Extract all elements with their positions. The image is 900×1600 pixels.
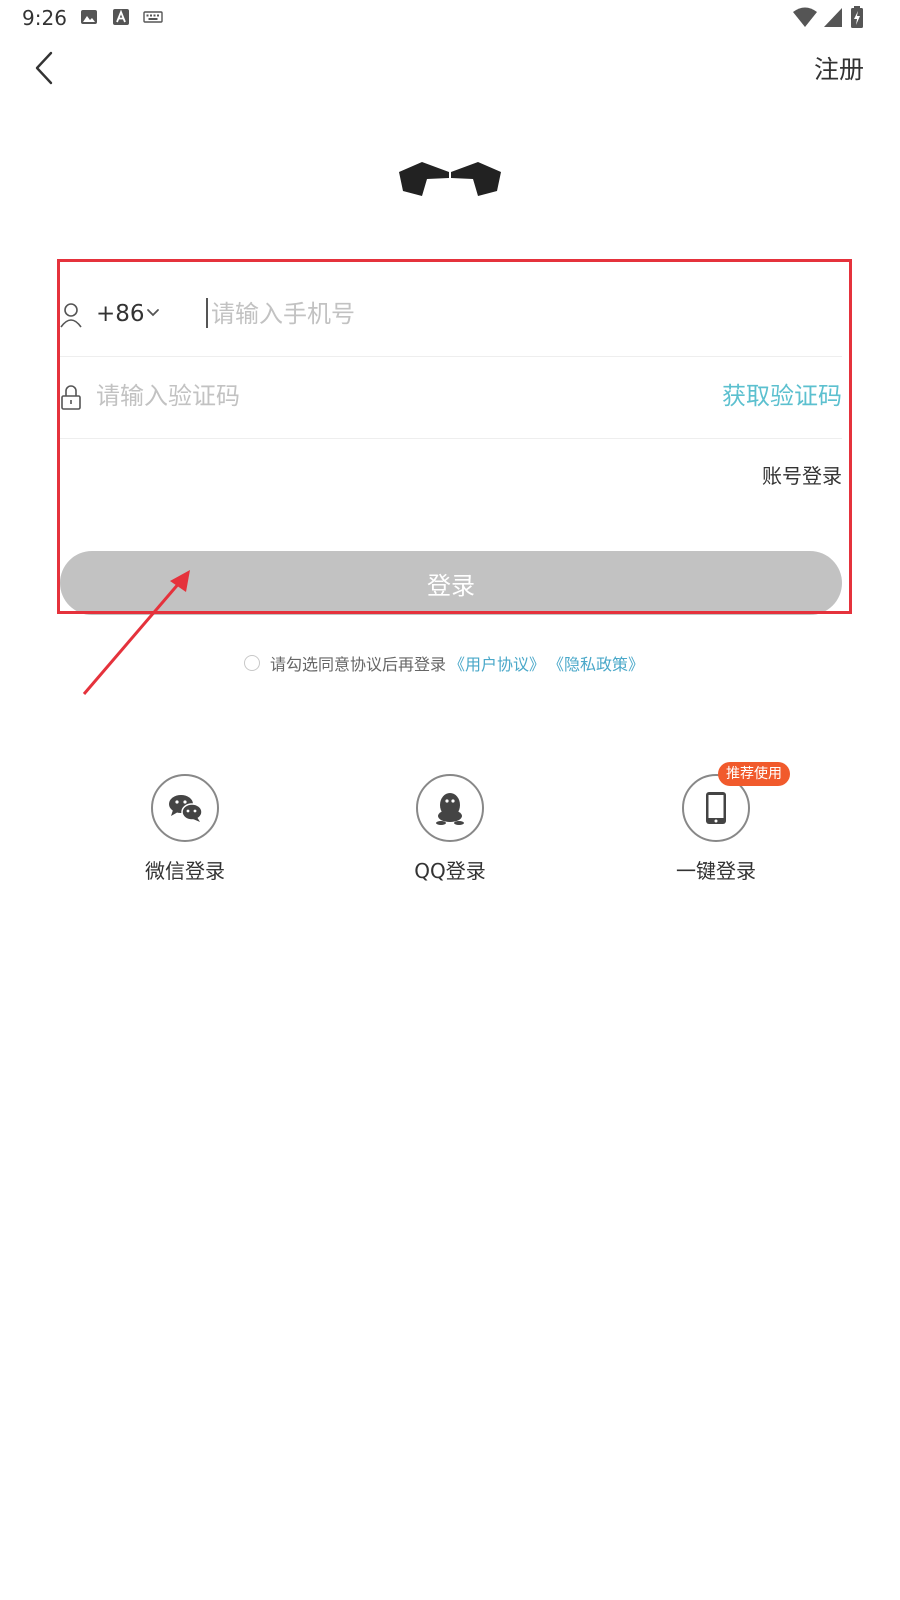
account-login-link[interactable]: 账号登录: [762, 460, 842, 492]
one-click-login-button[interactable]: 一键登录: [636, 774, 796, 886]
chevron-down-icon[interactable]: [146, 306, 160, 320]
agreement-row: 请勾选同意协议后再登录 《用户协议》 《隐私政策》: [244, 648, 644, 678]
back-button[interactable]: [26, 48, 62, 88]
brand-logo-icon: [399, 162, 501, 196]
get-code-button[interactable]: 获取验证码: [722, 376, 842, 416]
phone-input[interactable]: 请输入手机号: [211, 294, 355, 334]
phone-icon: [706, 792, 726, 824]
code-input[interactable]: 请输入验证码: [96, 376, 240, 416]
a-badge-icon: [113, 9, 129, 25]
wechat-login-button[interactable]: 微信登录: [105, 774, 265, 886]
recommend-badge: 推荐使用: [718, 762, 790, 786]
image-icon: [81, 10, 97, 24]
chevron-left-icon: [35, 51, 53, 85]
keyboard-icon: [143, 11, 163, 23]
qq-login-label: QQ登录: [414, 859, 486, 883]
agreement-text: 请勾选同意协议后再登录: [270, 655, 447, 674]
wechat-login-label: 微信登录: [145, 859, 225, 883]
qq-login-button[interactable]: QQ登录: [370, 774, 530, 886]
country-code-selector[interactable]: +86: [96, 296, 145, 332]
qq-icon: [436, 793, 464, 825]
user-agreement-link[interactable]: 《用户协议》: [449, 651, 545, 675]
user-icon: [60, 303, 82, 328]
privacy-policy-link[interactable]: 《隐私政策》: [548, 651, 644, 675]
status-time: 9:26: [22, 6, 67, 30]
battery-charging-icon: [851, 6, 863, 28]
wifi-icon: [793, 7, 817, 27]
one-click-login-label: 一键登录: [676, 859, 756, 883]
register-link[interactable]: 注册: [814, 52, 864, 88]
cell-signal-icon: [824, 8, 842, 27]
code-row: 请输入验证码 获取验证码: [60, 356, 842, 439]
wechat-icon: [169, 795, 203, 822]
agree-checkbox[interactable]: [244, 655, 260, 671]
text-cursor: [206, 298, 208, 328]
lock-icon: [61, 385, 81, 410]
login-button[interactable]: 登录: [60, 551, 842, 615]
phone-row: +86 请输入手机号: [60, 274, 842, 357]
